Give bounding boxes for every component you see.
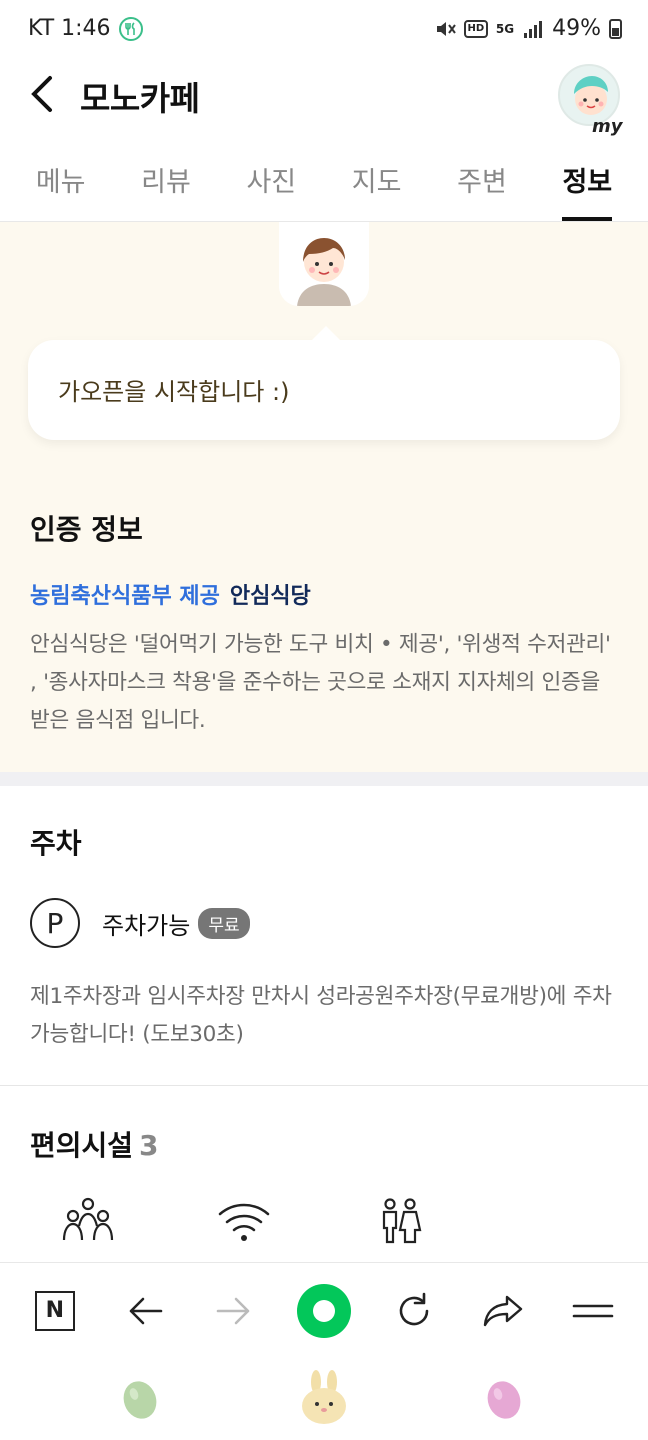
facilities-label: 편의시설 <box>30 1129 134 1162</box>
back-button[interactable] <box>24 74 64 114</box>
tab-nearby[interactable]: 주변 <box>437 140 527 221</box>
signal-icon <box>524 20 543 38</box>
share-arrow-icon <box>484 1295 523 1326</box>
tab-photo[interactable]: 사진 <box>226 140 316 221</box>
status-left: KT 1:46 <box>28 16 143 41</box>
group-icon <box>62 1197 114 1241</box>
refresh-icon <box>399 1292 428 1325</box>
cert-section-title: 인증 정보 <box>30 513 143 546</box>
network-label: 5G <box>495 21 515 36</box>
browser-toolbar: N <box>0 1262 648 1358</box>
parking-icon: P <box>30 898 80 948</box>
system-navigation <box>0 1358 648 1440</box>
owner-avatar <box>279 222 369 306</box>
section-divider <box>0 772 648 786</box>
parking-free-badge: 무료 <box>198 907 250 939</box>
notice-bubble: 가오픈을 시작합니다 :) <box>28 326 620 440</box>
browser-back-button[interactable] <box>117 1283 173 1339</box>
carrier-time: KT 1:46 <box>28 16 111 41</box>
chevron-left-icon <box>31 76 52 112</box>
mute-icon <box>436 21 456 36</box>
facilities-count: 3 <box>139 1129 159 1162</box>
cert-description: 안심식당은 '덜어먹기 가능한 도구 비치 • 제공', '위생적 수저관리' … <box>30 632 611 733</box>
notice-message: 가오픈을 시작합니다 :) <box>58 378 290 406</box>
tab-review[interactable]: 리뷰 <box>121 140 211 221</box>
parking-row: P 주차가능 무료 <box>30 895 250 951</box>
green-dot-button[interactable] <box>296 1283 352 1339</box>
green-dot-icon <box>296 1283 351 1338</box>
facilities-icons <box>60 1196 428 1246</box>
facilities-title: 편의시설 3 <box>30 1124 159 1164</box>
owner-face-icon <box>279 222 369 306</box>
hd-icon: HD <box>463 19 488 38</box>
fork-knife-icon <box>118 16 143 41</box>
cert-name: 안심식당 <box>229 584 311 609</box>
status-right: HD 5G 49% <box>434 16 622 41</box>
parking-label: 주차가능 <box>102 911 191 940</box>
menu-lines-icon <box>572 1304 614 1317</box>
battery-percent: 49% <box>552 16 601 41</box>
naver-home-button[interactable]: N <box>27 1283 83 1339</box>
restroom-icon <box>382 1198 422 1244</box>
refresh-button[interactable] <box>386 1283 442 1339</box>
cert-provider: 농림축산식품부 제공 <box>30 584 220 609</box>
owner-notice-section: 가오픈을 시작합니다 :) 인증 정보 농림축산식품부 제공 안심식당 안심식당… <box>0 222 648 772</box>
back-bean-icon[interactable] <box>484 1380 524 1420</box>
header: 모노카페 my <box>0 60 648 140</box>
tab-bar: 메뉴 리뷰 사진 지도 주변 정보 <box>0 140 648 222</box>
home-bunny-icon[interactable] <box>296 1370 352 1426</box>
page-title: 모노카페 <box>80 79 200 118</box>
battery-icon <box>609 18 622 39</box>
parking-description: 제1주차장과 임시주차장 만차시 성라공원주차장(무료개방)에 주차 가능합니다… <box>30 984 612 1047</box>
wifi-icon <box>218 1203 270 1241</box>
menu-button[interactable] <box>565 1283 621 1339</box>
browser-forward-button[interactable] <box>206 1283 262 1339</box>
tab-info[interactable]: 정보 <box>542 140 632 221</box>
arrow-right-icon <box>216 1297 250 1324</box>
tab-map[interactable]: 지도 <box>332 140 422 221</box>
parking-title: 주차 <box>30 827 82 860</box>
divider <box>0 1085 648 1086</box>
arrow-left-icon <box>129 1297 162 1324</box>
my-badge: my <box>592 116 623 137</box>
naver-n-icon: N <box>34 1290 75 1331</box>
tab-menu[interactable]: 메뉴 <box>16 140 106 221</box>
cert-line: 농림축산식품부 제공 안심식당 <box>30 578 311 610</box>
recent-apps-bean-icon[interactable] <box>120 1380 160 1420</box>
status-bar: KT 1:46 HD 5G 49% <box>0 0 648 60</box>
share-button[interactable] <box>475 1283 531 1339</box>
